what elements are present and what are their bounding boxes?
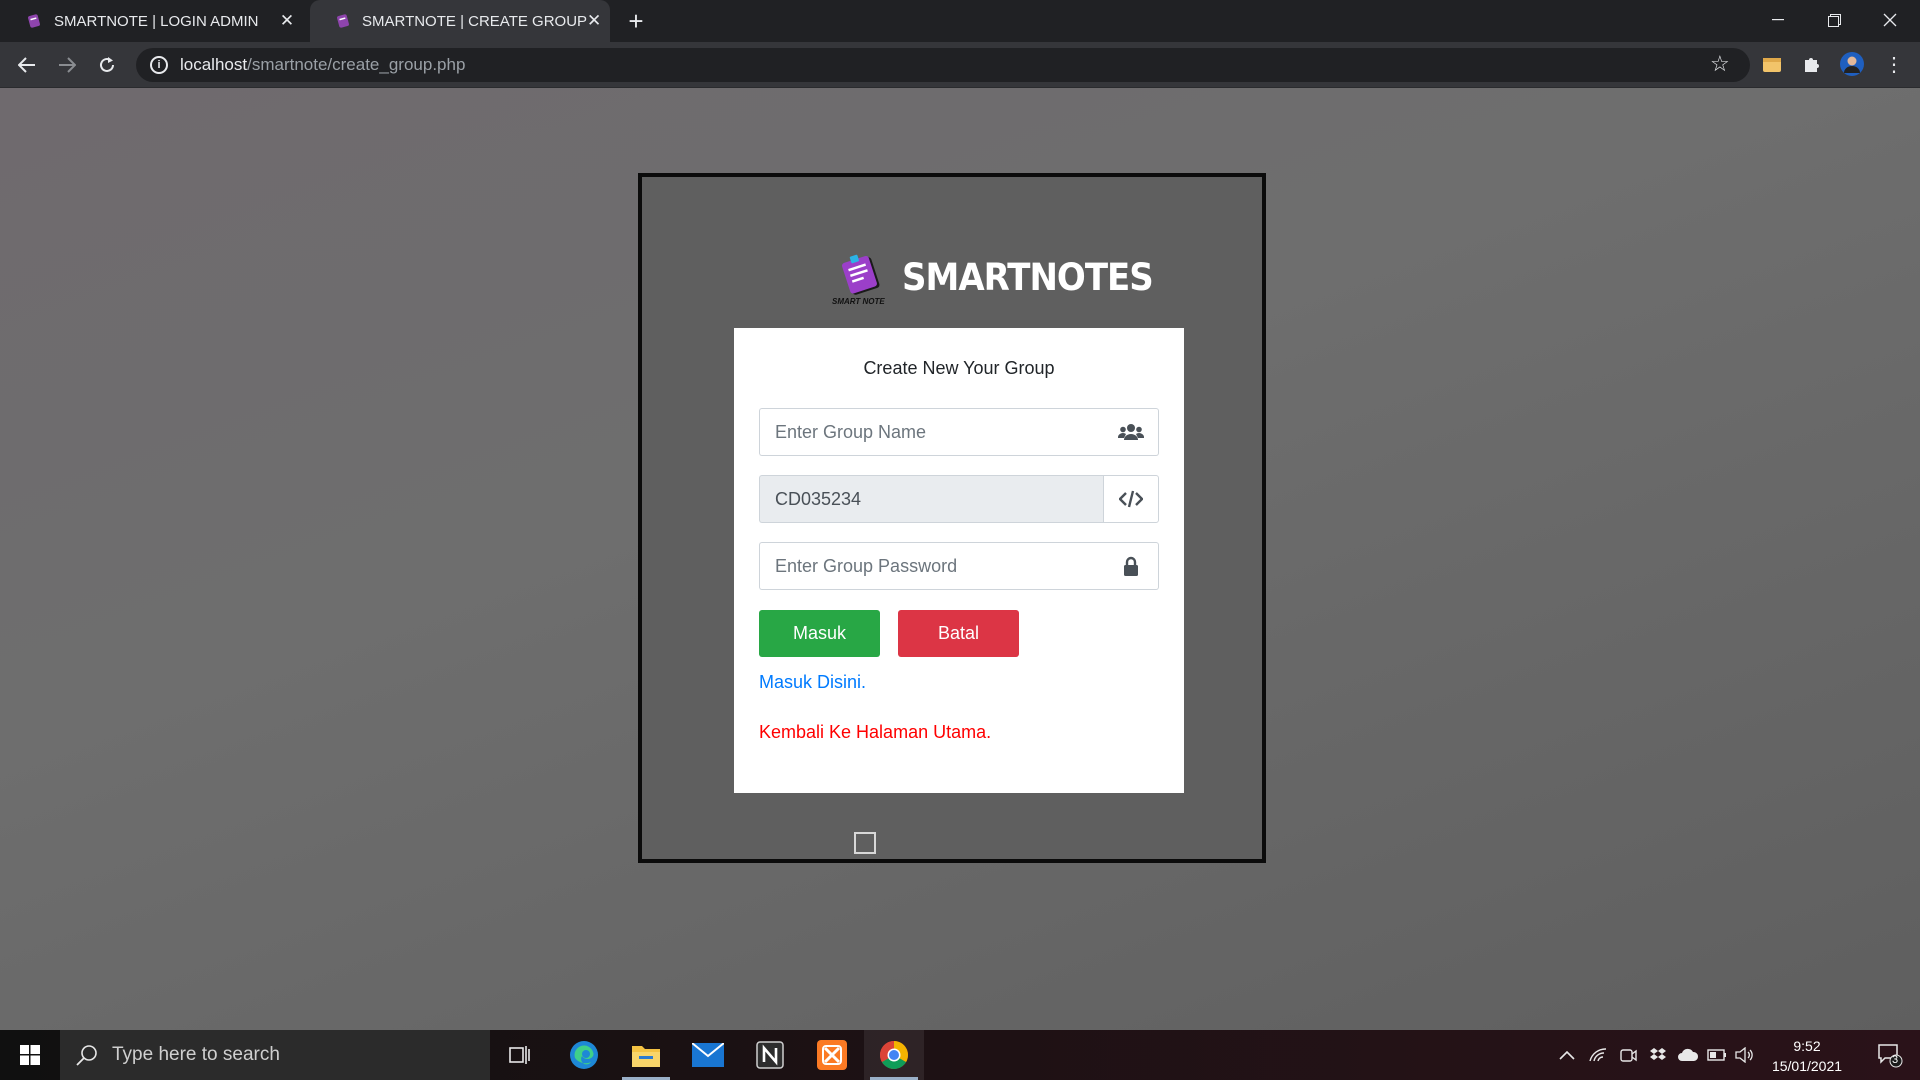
edge-browser-icon[interactable] xyxy=(554,1030,614,1080)
home-link[interactable]: Kembali Ke Halaman Utama. xyxy=(759,722,991,743)
task-view-icon[interactable] xyxy=(490,1030,550,1080)
content-frame: SMART NOTE SMARTNOTES Create New Your Gr… xyxy=(638,173,1266,863)
xampp-icon[interactable] xyxy=(802,1030,862,1080)
group-name-input[interactable] xyxy=(759,408,1103,456)
windows-taskbar: Type here to search 9:52 15/01/2021 3 xyxy=(0,1030,1920,1080)
notification-center-icon[interactable]: 3 xyxy=(1862,1030,1918,1080)
tab-close-icon[interactable]: ✕ xyxy=(587,10,601,32)
brand-header: SMART NOTE SMARTNOTES xyxy=(832,252,1154,306)
create-group-card: Create New Your Group Enter Group Name C… xyxy=(734,328,1184,793)
browser-titlebar: SMARTNOTE | LOGIN ADMIN ✕ SMARTNOTE | CR… xyxy=(0,0,1920,42)
close-window-icon[interactable] xyxy=(1862,0,1918,40)
submit-button[interactable]: Masuk xyxy=(759,610,880,657)
group-password-field xyxy=(759,542,1159,590)
chrome-icon[interactable] xyxy=(864,1030,924,1080)
system-clock[interactable]: 9:52 15/01/2021 xyxy=(1752,1036,1862,1076)
lock-icon xyxy=(1103,542,1159,590)
group-code-input xyxy=(759,475,1103,523)
clock-date: 15/01/2021 xyxy=(1771,1058,1843,1074)
extensions-puzzle-icon[interactable] xyxy=(1800,52,1824,76)
clock-time: 9:52 xyxy=(1793,1038,1821,1054)
tab-create-group[interactable]: SMARTNOTE | CREATE GROUP ✕ xyxy=(310,0,610,42)
group-password-input[interactable] xyxy=(759,542,1103,590)
taskbar-search-box[interactable]: Type here to search xyxy=(60,1030,490,1080)
group-name-field xyxy=(759,408,1159,456)
logo-caption: SMART NOTE xyxy=(832,297,885,306)
network-wifi-icon[interactable] xyxy=(1584,1030,1612,1080)
square-outline-icon xyxy=(854,832,876,854)
site-info-icon[interactable]: i xyxy=(150,56,168,74)
tab-title: SMARTNOTE | LOGIN ADMIN xyxy=(54,12,259,30)
tab-title: SMARTNOTE | CREATE GROUP xyxy=(362,12,588,30)
notification-count-badge: 3 xyxy=(1892,1054,1899,1066)
page-background: SMART NOTE SMARTNOTES Create New Your Gr… xyxy=(0,88,1920,1030)
cancel-button[interactable]: Batal xyxy=(898,610,1019,657)
url-host: localhost xyxy=(180,55,248,74)
brand-name: SMARTNOTES xyxy=(902,256,1154,300)
bookmark-star-icon[interactable]: ☆ xyxy=(1710,51,1730,77)
smartnote-favicon-icon xyxy=(26,13,42,29)
tab-login-admin[interactable]: SMARTNOTE | LOGIN ADMIN ✕ xyxy=(0,0,308,42)
address-bar[interactable]: i localhost /smartnote/create_group.php xyxy=(136,48,1750,82)
restore-icon[interactable] xyxy=(1806,0,1862,40)
mail-icon[interactable] xyxy=(678,1030,738,1080)
url-path: /smartnote/create_group.php xyxy=(247,55,466,74)
login-link[interactable]: Masuk Disini. xyxy=(759,672,866,693)
browser-toolbar: i localhost /smartnote/create_group.php … xyxy=(0,42,1920,88)
menu-kebab-icon[interactable]: ⋮ xyxy=(1882,52,1906,76)
onedrive-cloud-icon[interactable] xyxy=(1674,1030,1702,1080)
search-icon xyxy=(76,1044,98,1066)
reload-icon[interactable] xyxy=(91,49,123,81)
code-icon xyxy=(1103,475,1159,523)
back-arrow-icon[interactable] xyxy=(11,49,43,81)
dropbox-icon[interactable] xyxy=(1644,1030,1672,1080)
notion-icon[interactable] xyxy=(740,1030,800,1080)
windows-start-icon[interactable] xyxy=(0,1030,60,1080)
forward-arrow-icon[interactable] xyxy=(51,49,83,81)
profile-avatar[interactable] xyxy=(1840,52,1864,76)
group-code-field xyxy=(759,475,1159,523)
form-title: Create New Your Group xyxy=(863,358,1055,378)
minimize-icon[interactable] xyxy=(1750,0,1806,40)
show-hidden-icons-chevron-icon[interactable] xyxy=(1554,1030,1580,1080)
tab-close-icon[interactable]: ✕ xyxy=(276,10,298,32)
extension-box-icon[interactable] xyxy=(1760,52,1784,76)
smartnote-favicon-icon xyxy=(336,13,350,29)
new-tab-button[interactable]: + xyxy=(622,8,650,34)
smartnote-logo-icon: SMART NOTE xyxy=(832,252,894,306)
search-placeholder: Type here to search xyxy=(112,1044,280,1065)
file-explorer-icon[interactable] xyxy=(616,1030,676,1080)
meet-now-icon[interactable] xyxy=(1614,1030,1642,1080)
battery-icon[interactable] xyxy=(1704,1030,1730,1080)
users-icon xyxy=(1103,408,1159,456)
